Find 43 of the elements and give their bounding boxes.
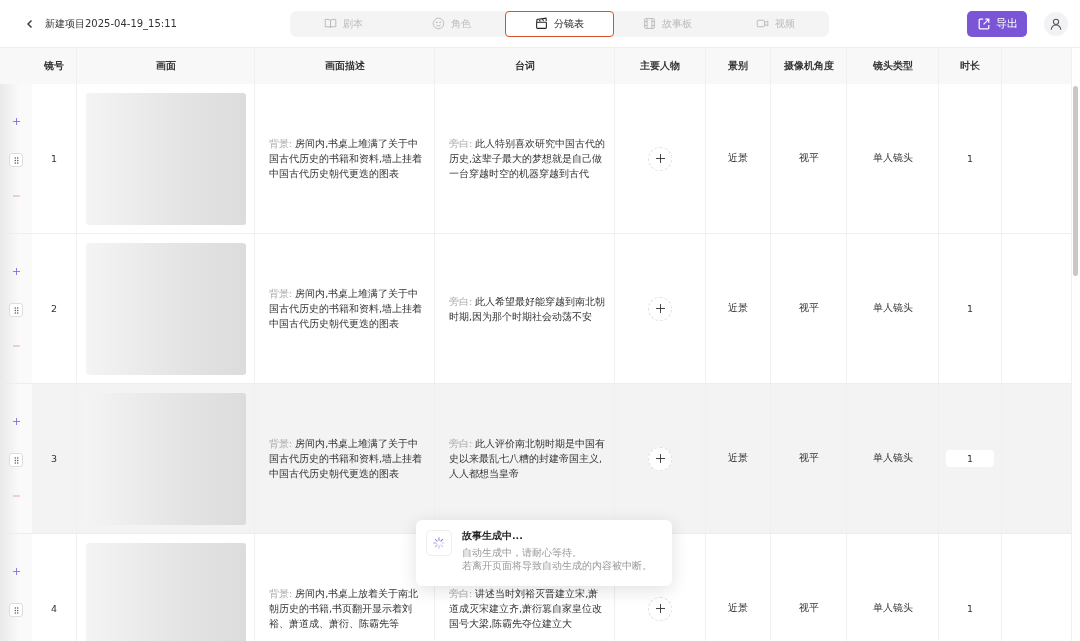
- table-cell-text: 旁白: 此人特别喜欢研究中国古代的历史,这辈子最大的梦想就是自己做一台穿越时空的机器穿越到古代: [449, 137, 606, 181]
- table-cell: 单人镜头: [847, 384, 939, 533]
- table-cell: 近景: [706, 384, 771, 533]
- table-cell: 2: [32, 234, 77, 383]
- toast-message: 若离开页面将导致自动生成的内容被中断。: [462, 559, 652, 572]
- toast-title: 故事生成中...: [462, 530, 524, 543]
- table-cell-text: 背景: 房间内,书桌上堆满了关于中国古代历史的书籍和资料,墙上挂着中国古代历史朝代更迭的图表: [269, 287, 424, 331]
- table-cell: 1: [32, 84, 77, 233]
- column-header: 主要人物: [615, 48, 706, 84]
- table-cell: 视平: [771, 84, 847, 233]
- tab[interactable]: 分镜表: [504, 10, 615, 37]
- table-cell: 近景: [706, 84, 771, 233]
- column-header: 镜号: [32, 48, 77, 84]
- duration-field[interactable]: 1: [946, 600, 994, 617]
- table-cell-text: 旁白: 讲述当时刘裕灭晋建立宋,萧道成灭宋建立齐,萧衍篡自家皇位改国号大梁,陈霸先夺位建立大: [449, 587, 604, 631]
- table-cell: 视平: [771, 234, 847, 383]
- table-cell-text: 旁白: 此人评价南北朝时期是中国有史以来最乱七八糟的封建帝国主义,人人都想当皇帝: [449, 437, 606, 481]
- column-header: 台词: [435, 48, 615, 84]
- table-cell-text: 背景: 房间内,书桌上放着关于南北朝历史的书籍,书页翻开显示着刘裕、萧道成、萧衍、陈霸先等: [269, 587, 420, 631]
- column-header: 画面: [77, 48, 255, 84]
- table-cell: 视平: [771, 534, 847, 641]
- column-header: 景别: [706, 48, 771, 84]
- duration-field[interactable]: 1: [946, 150, 994, 167]
- table-cell: 单人镜头: [847, 84, 939, 233]
- table-cell-text: 背景: 房间内,书桌上堆满了关于中国古代历史的书籍和资料,墙上挂着中国古代历史朝代更迭的图表: [269, 437, 424, 481]
- table-cell: 4: [32, 534, 77, 641]
- table-cell-text: 旁白: 此人希望最好能穿越到南北朝时期,因为那个时期社会动荡不安: [449, 294, 606, 324]
- duration-field[interactable]: 1: [946, 300, 994, 317]
- project-title: 新建项目2025-04-19_15:11: [45, 16, 178, 31]
- column-header: 摄像机角度: [771, 48, 847, 84]
- table-cell: 3: [32, 384, 77, 533]
- table-cell: 单人镜头: [847, 234, 939, 383]
- column-header: 画面描述: [255, 48, 435, 84]
- table-cell: 视平: [771, 384, 847, 533]
- toast-message: 自动生成中，请耐心等待。: [462, 546, 583, 559]
- table-cell-text: 背景: 房间内,书桌上堆满了关于中国古代历史的书籍和资料,墙上挂着中国古代历史朝代更迭的图表: [269, 137, 424, 181]
- table-cell: 近景: [706, 234, 771, 383]
- column-header: 镜头类型: [847, 48, 939, 84]
- column-header: 时长: [939, 48, 1002, 84]
- table-cell: 单人镜头: [847, 534, 939, 641]
- table-cell: 近景: [706, 534, 771, 641]
- duration-field[interactable]: 1: [946, 450, 994, 467]
- export-button[interactable]: 导出: [967, 10, 1027, 37]
